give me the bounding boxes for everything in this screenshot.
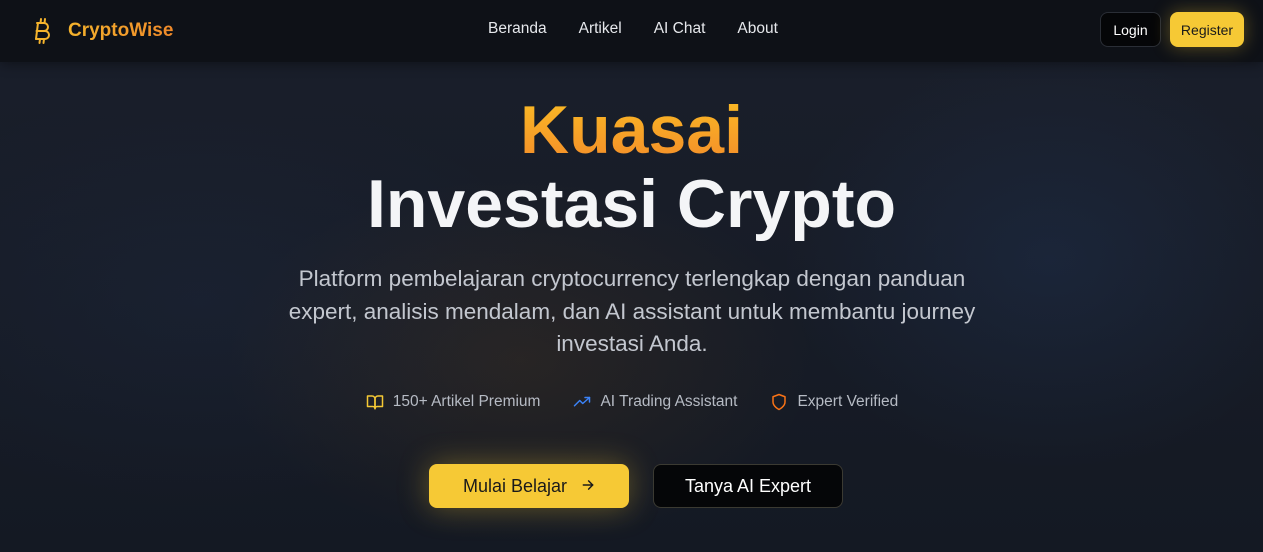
brand-logo[interactable]: CryptoWise (32, 14, 173, 48)
login-button[interactable]: Login (1100, 12, 1161, 47)
register-button[interactable]: Register (1170, 12, 1244, 47)
feature-item-articles: 150+ Artikel Premium (365, 393, 541, 411)
ask-ai-expert-button[interactable]: Tanya AI Expert (653, 464, 843, 508)
feature-item-expert: Expert Verified (769, 393, 898, 411)
feature-item-ai-trading: AI Trading Assistant (572, 393, 737, 411)
top-navbar: CryptoWise Beranda Artikel AI Chat About… (0, 0, 1263, 62)
shield-icon (769, 393, 789, 411)
nav-link-about[interactable]: About (737, 19, 778, 39)
hero-title-highlight: Kuasai (520, 92, 743, 168)
start-learning-button[interactable]: Mulai Belajar (429, 464, 629, 508)
feature-label: Expert Verified (797, 393, 899, 410)
hero-title: Investasi Crypto (366, 166, 897, 242)
trending-up-icon (572, 393, 592, 411)
nav-link-artikel[interactable]: Artikel (579, 19, 622, 39)
book-open-icon (365, 393, 385, 411)
feature-list: 150+ Artikel Premium AI Trading Assistan… (0, 393, 1263, 411)
brand-name: CryptoWise (68, 20, 174, 41)
feature-label: 150+ Artikel Premium (392, 393, 541, 410)
feature-label: AI Trading Assistant (600, 393, 738, 410)
start-learning-label: Mulai Belajar (462, 475, 568, 496)
main-nav: Beranda Artikel AI Chat About (488, 19, 778, 39)
hero-subtitle: Platform pembelajaran cryptocurrency ter… (288, 266, 976, 356)
arrow-right-icon (581, 476, 595, 497)
nav-link-ai-chat[interactable]: AI Chat (654, 19, 706, 39)
nav-link-beranda[interactable]: Beranda (488, 19, 547, 39)
bitcoin-icon (32, 17, 54, 45)
